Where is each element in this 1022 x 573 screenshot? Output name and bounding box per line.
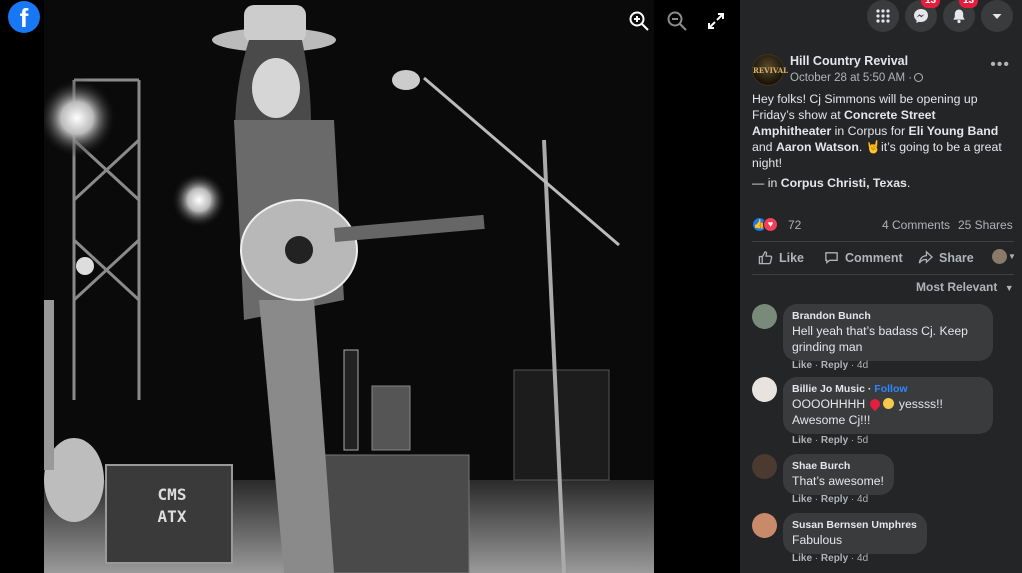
grid-menu-icon xyxy=(876,9,890,23)
notifications-button[interactable]: 13 xyxy=(943,0,979,32)
svg-text:CMS: CMS xyxy=(158,485,187,504)
comment-meta: Like · Reply · 5d xyxy=(792,435,869,446)
svg-text:ATX: ATX xyxy=(158,507,187,526)
comment-reply-link[interactable]: Reply xyxy=(821,435,848,446)
post-body-text: Hey folks! Cj Simmons will be opening up… xyxy=(752,91,1014,171)
messenger-count-badge: 13 xyxy=(921,0,941,8)
reaction-count[interactable]: 72 xyxy=(788,218,801,232)
zoom-in-icon[interactable] xyxy=(628,10,650,32)
comment-button[interactable]: Comment xyxy=(824,250,903,265)
comment-bubble: Shae Burch That’s awesome! xyxy=(783,454,894,495)
heart-emoji-icon xyxy=(867,396,882,412)
comment-reply-link[interactable]: Reply xyxy=(821,360,848,371)
thumbs-up-icon xyxy=(758,251,773,265)
comment-sort-dropdown[interactable]: Most Relevant ▼ xyxy=(916,280,1014,294)
post-timestamp[interactable]: October 28 at 5:50 AM · xyxy=(790,72,924,84)
post-as-selector[interactable]: ▼ xyxy=(992,249,1016,264)
facebook-logo[interactable]: f xyxy=(8,1,40,33)
comment-text: That’s awesome! xyxy=(792,474,884,488)
post-header: REVIVAL Hill Country Revival October 28 … xyxy=(752,54,1014,88)
top-nav-bar: 13 13 xyxy=(740,0,1022,38)
commenter-name[interactable]: Brandon Bunch xyxy=(792,309,983,323)
menu-button[interactable] xyxy=(867,0,899,32)
artist-link-aaron-watson[interactable]: Aaron Watson xyxy=(776,140,859,154)
star-eyes-emoji-icon xyxy=(882,398,894,409)
notifications-count-badge: 13 xyxy=(959,0,979,8)
page-avatar[interactable]: REVIVAL xyxy=(752,54,788,86)
comment-age[interactable]: 4d xyxy=(857,553,868,564)
divider xyxy=(752,274,1014,275)
account-menu-button[interactable] xyxy=(981,0,1013,32)
comment-text: Hell yeah that’s badass Cj. Keep grindin… xyxy=(792,324,968,354)
concert-photo-graphic: CMS ATX xyxy=(44,0,654,573)
location-prefix: — in xyxy=(752,176,781,190)
chevron-down-icon: ▼ xyxy=(1004,283,1014,293)
divider xyxy=(752,241,1014,242)
fullscreen-icon[interactable] xyxy=(705,10,727,32)
messenger-button[interactable]: 13 xyxy=(905,0,941,32)
commenter-name-row: Billie Jo Music · Follow xyxy=(792,383,908,395)
comment-bubble: Brandon Bunch Hell yeah that’s badass Cj… xyxy=(783,304,993,361)
comment-age[interactable]: 4d xyxy=(857,360,868,371)
globe-icon xyxy=(914,73,924,82)
commenter-avatar[interactable] xyxy=(752,513,777,538)
comment-text-segment: OOOOHHHH xyxy=(792,397,869,411)
commenter-name[interactable]: Billie Jo Music xyxy=(792,383,865,395)
love-reaction-icon: ♥ xyxy=(763,217,778,232)
caret-down-icon: ▼ xyxy=(1008,252,1016,261)
viewer-avatar xyxy=(992,249,1007,264)
post-time-text: October 28 at 5:50 AM · xyxy=(790,72,913,84)
comment-age[interactable]: 4d xyxy=(857,494,868,505)
commenter-avatar[interactable] xyxy=(752,304,777,329)
more-options-icon[interactable]: ••• xyxy=(990,56,1010,74)
comment-meta: Like · Reply · 4d xyxy=(792,494,869,505)
post-actions-bar: Like Comment Share ▼ xyxy=(752,248,1022,270)
post-side-panel: 13 13 REVIVAL Hill Country Revival Octob… xyxy=(740,0,1022,573)
comment-like-link[interactable]: Like xyxy=(792,435,812,446)
reactions-summary: 👍 ♥ 72 4 Comments 25 Shares xyxy=(752,217,1014,233)
comment-bubble: Susan Bernsen Umphres Fabulous xyxy=(783,513,927,554)
share-label: Share xyxy=(939,250,974,265)
photo-viewer: CMS ATX f xyxy=(0,0,740,573)
comment-icon xyxy=(825,252,838,265)
comment-meta: Like · Reply · 4d xyxy=(792,360,869,371)
location-suffix: . xyxy=(906,176,911,190)
comment-reply-link[interactable]: Reply xyxy=(821,494,848,505)
like-label: Like xyxy=(779,250,805,265)
messenger-icon xyxy=(914,9,928,23)
comment-meta: Like · Reply · 4d xyxy=(792,553,869,564)
location-link[interactable]: Corpus Christi, Texas xyxy=(781,176,907,190)
post-location: — in Corpus Christi, Texas. xyxy=(752,176,910,190)
sort-label: Most Relevant xyxy=(916,280,998,294)
comments-count-link[interactable]: 4 Comments xyxy=(882,218,950,232)
comment-age[interactable]: 5d xyxy=(857,435,868,446)
commenter-name[interactable]: Shae Burch xyxy=(792,459,884,473)
commenter-avatar[interactable] xyxy=(752,377,777,402)
like-button[interactable]: Like xyxy=(758,250,804,265)
bell-icon xyxy=(953,9,965,24)
post-photo[interactable]: CMS ATX xyxy=(44,0,654,573)
comment-reply-link[interactable]: Reply xyxy=(821,553,848,564)
follow-link[interactable]: Follow xyxy=(874,383,907,395)
share-icon xyxy=(918,250,933,264)
artist-link-eli-young-band[interactable]: Eli Young Band xyxy=(909,124,999,138)
post-text-segment: and xyxy=(752,140,776,154)
shares-count-link[interactable]: 25 Shares xyxy=(958,218,1013,232)
post-text-segment: in Corpus for xyxy=(831,124,909,138)
comment-bubble: Billie Jo Music · Follow OOOOHHHH yessss… xyxy=(783,377,993,434)
comment-text: OOOOHHHH yessss!! Awesome Cj!!! xyxy=(792,396,983,428)
share-button[interactable]: Share xyxy=(918,250,974,265)
comment-text: Fabulous xyxy=(792,533,843,547)
comment-like-link[interactable]: Like xyxy=(792,494,812,505)
commenter-name[interactable]: Susan Bernsen Umphres xyxy=(792,518,917,532)
zoom-out-icon[interactable] xyxy=(666,10,688,32)
commenter-avatar[interactable] xyxy=(752,454,777,479)
comment-like-link[interactable]: Like xyxy=(792,360,812,371)
comment-label: Comment xyxy=(845,250,903,265)
page-name-link[interactable]: Hill Country Revival xyxy=(790,54,908,68)
comment-like-link[interactable]: Like xyxy=(792,553,812,564)
caret-down-icon xyxy=(992,14,1002,19)
